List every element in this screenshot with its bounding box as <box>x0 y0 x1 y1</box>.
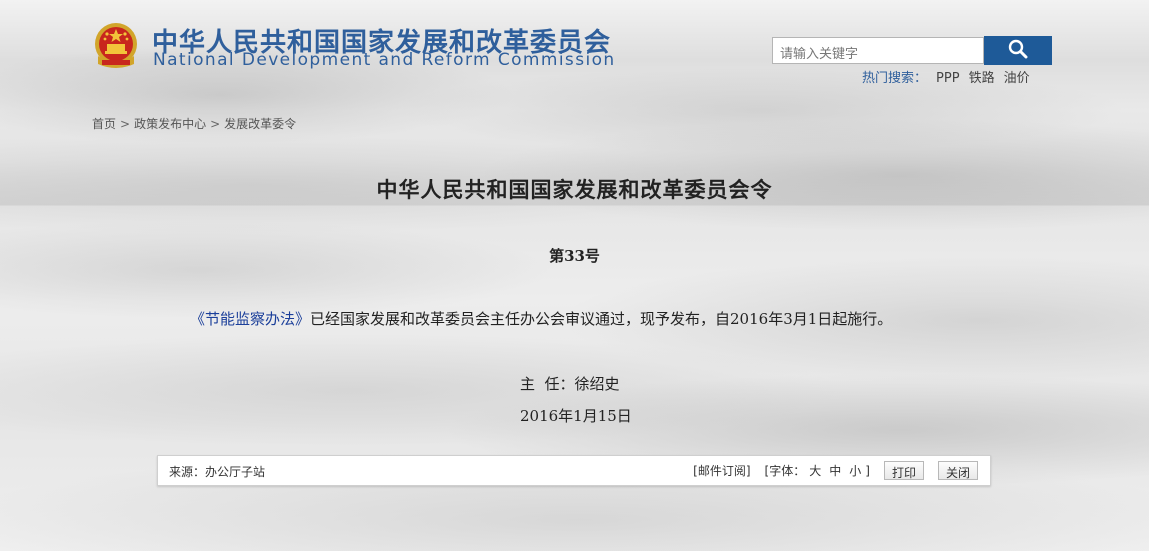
signer: 主 任：徐绍史 <box>520 375 620 393</box>
article-body-text: 已经国家发展和改革委员会主任办公会审议通过，现予发布，自2016年3月1日起施行… <box>310 310 893 328</box>
hot-keyword-oil-price[interactable]: 油价 <box>1004 71 1030 86</box>
search-input[interactable]: 请输入关键字 <box>772 37 984 64</box>
issue-date: 2016年1月15日 <box>520 407 632 425</box>
document-link[interactable]: 《节能监察办法》 <box>190 310 310 328</box>
breadcrumb-policy-center[interactable]: 政策发布中心 <box>134 117 206 131</box>
breadcrumb-home[interactable]: 首页 <box>92 117 116 131</box>
search-button[interactable] <box>984 36 1052 65</box>
breadcrumb: 首页 > 政策发布中心 > 发展改革委令 <box>92 115 296 132</box>
site-title-en[interactable]: National Development and Reform Commissi… <box>153 50 616 70</box>
email-subscribe-link[interactable]: [邮件订阅] <box>693 462 750 479</box>
breadcrumb-separator: > <box>120 117 131 131</box>
font-size-open: [字体： <box>764 464 806 478</box>
order-number: 第33号 <box>549 247 600 265</box>
font-size-small[interactable]: 小 <box>849 462 861 479</box>
breadcrumb-separator: > <box>210 117 221 131</box>
breadcrumb-orders[interactable]: 发展改革委令 <box>224 117 296 131</box>
font-size-large[interactable]: 大 <box>809 462 821 479</box>
hot-keyword-railway[interactable]: 铁路 <box>969 71 995 86</box>
search-icon <box>1008 39 1028 63</box>
hot-keyword-ppp[interactable]: PPP <box>936 71 960 86</box>
page-title: 中华人民共和国国家发展和改革委员会令 <box>376 177 773 202</box>
hot-search-colon: ： <box>914 71 928 86</box>
national-emblem-icon <box>92 20 140 72</box>
font-size-close: ] <box>865 463 870 478</box>
article-toolbar: 来源：办公厅子站 [邮件订阅] [字体： 大 中 小 ] 打印 关闭 <box>157 455 991 486</box>
font-size-medium[interactable]: 中 <box>829 462 841 479</box>
close-button[interactable]: 关闭 <box>937 461 978 480</box>
print-button[interactable]: 打印 <box>883 461 924 480</box>
article-body: 《节能监察办法》已经国家发展和改革委员会主任办公会审议通过，现予发布，自2016… <box>190 308 892 329</box>
toolbar-actions: [邮件订阅] [字体： 大 中 小 ] 打印 关闭 <box>693 461 978 480</box>
hot-search: 热门搜索： PPP 铁路 油价 <box>862 67 1030 86</box>
source-label: 来源：办公厅子站 <box>169 465 266 479</box>
hot-search-label: 热门搜索 <box>862 71 915 86</box>
